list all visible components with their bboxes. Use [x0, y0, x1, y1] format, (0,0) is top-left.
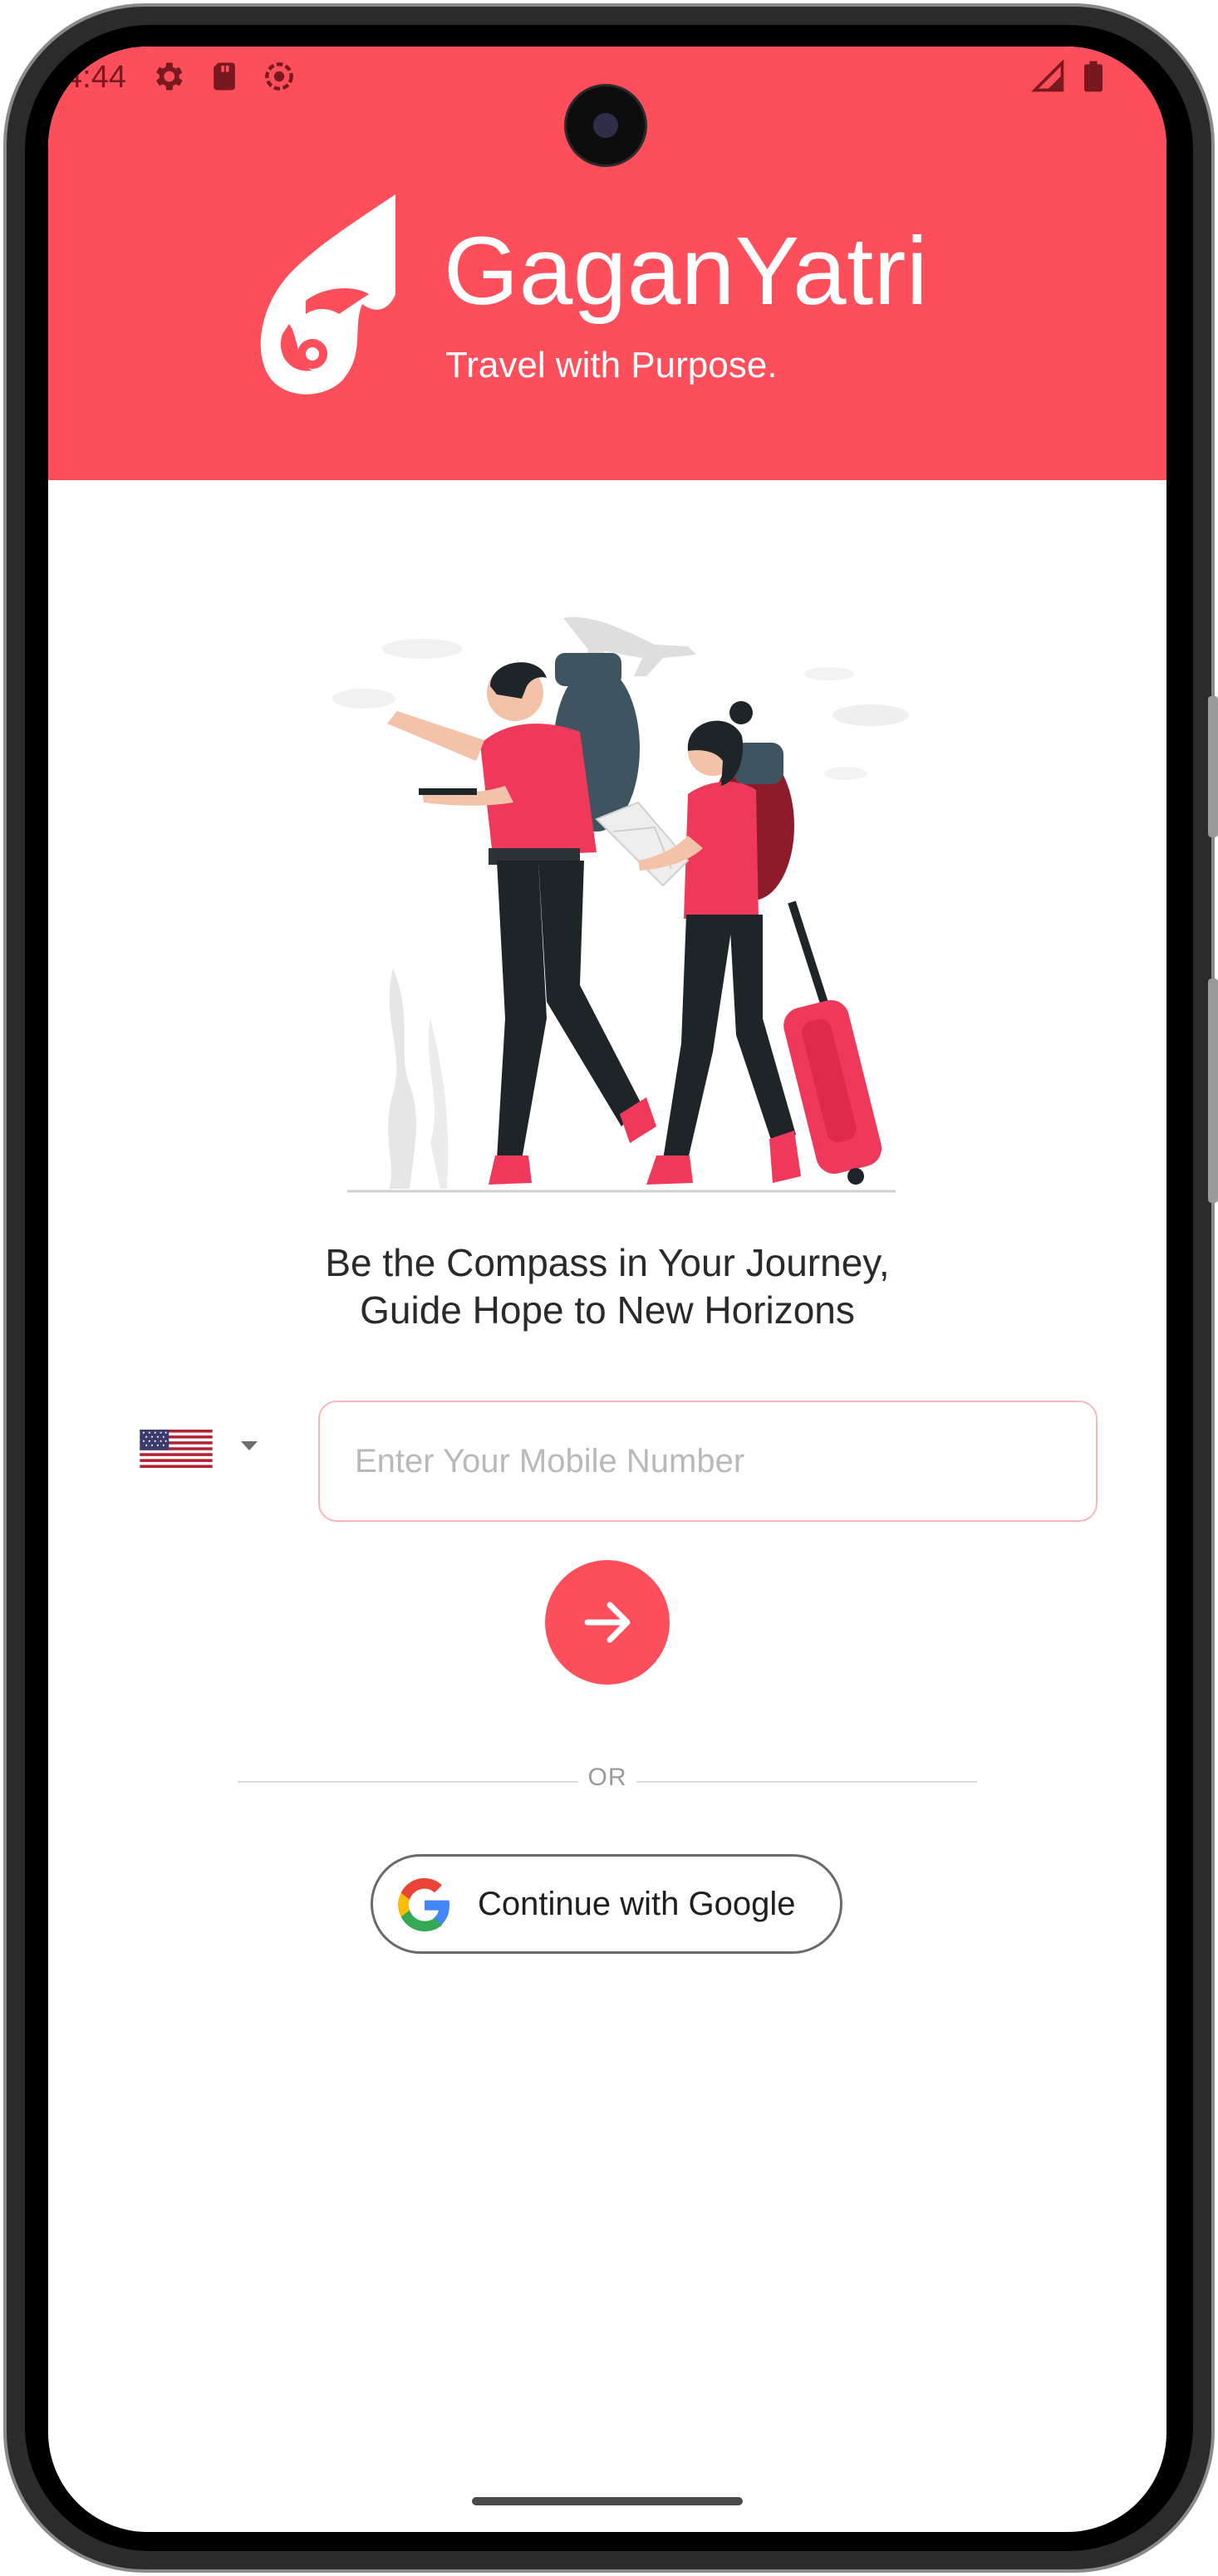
brand-tagline: Travel with Purpose.: [445, 345, 778, 385]
app-screen: 4:44 GaganYatri Travel with Purpose. Be …: [48, 47, 1166, 2532]
headline-line-2: Guide Hope to New Horizons: [360, 1288, 855, 1332]
chevron-down-icon[interactable]: [241, 1441, 258, 1450]
headline: Be the Compass in Your Journey, Guide Ho…: [48, 1239, 1166, 1334]
battery-icon: [1084, 61, 1103, 92]
or-divider: OR: [238, 1760, 977, 1802]
gaganyatri-logo-icon: [260, 194, 395, 395]
power-button: [1208, 696, 1218, 837]
us-flag-icon: [140, 1430, 213, 1468]
settings-sync-icon: [265, 62, 293, 91]
travelers-illustration: [332, 616, 909, 1193]
continue-with-google-button[interactable]: Continue with Google: [371, 1854, 842, 1954]
signal-icon: [1031, 59, 1064, 92]
front-camera: [567, 86, 645, 164]
google-button-label: Continue with Google: [478, 1886, 796, 1922]
home-indicator[interactable]: [472, 2497, 743, 2505]
or-label: OR: [587, 1764, 627, 1791]
google-logo-icon: [398, 1878, 449, 1931]
mobile-number-input[interactable]: [318, 1401, 1098, 1522]
arrow-right-icon: [584, 1602, 631, 1643]
gear-icon: [156, 62, 183, 91]
next-button[interactable]: [545, 1560, 670, 1685]
status-time: 4:44: [65, 60, 126, 95]
brand-title: GaganYatri: [444, 217, 929, 325]
app-header: 4:44 GaganYatri Travel with Purpose.: [48, 47, 1166, 480]
country-code-picker[interactable]: [140, 1430, 273, 1496]
sd-card-icon: [214, 62, 235, 91]
volume-button: [1208, 979, 1218, 1203]
headline-line-1: Be the Compass in Your Journey,: [325, 1241, 890, 1284]
